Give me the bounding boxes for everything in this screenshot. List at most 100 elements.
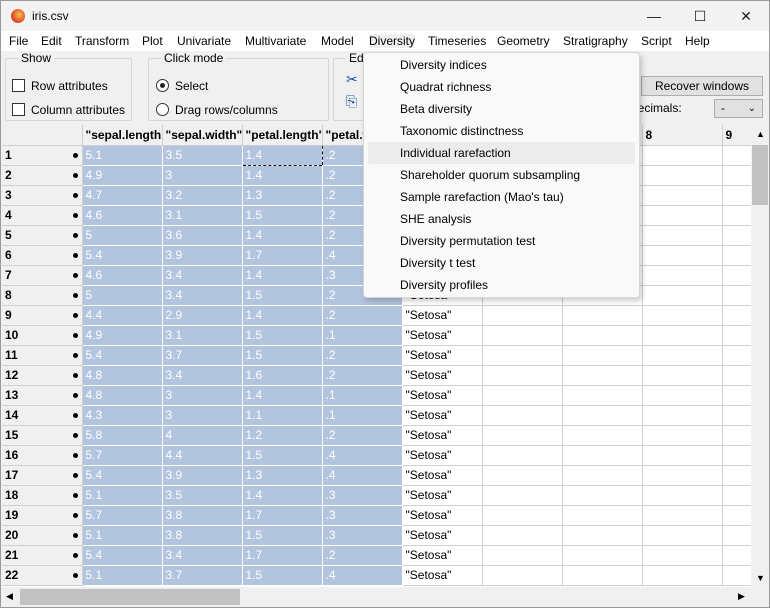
cell[interactable]: 2.9 — [162, 305, 243, 326]
cell[interactable]: 1.1 — [242, 405, 323, 426]
row-header[interactable]: 6 — [2, 245, 83, 266]
cell[interactable]: 5.1 — [82, 565, 163, 586]
cell[interactable] — [482, 485, 563, 506]
cell[interactable] — [642, 205, 723, 226]
cell[interactable]: "Setosa" — [402, 565, 483, 586]
cell[interactable]: 1.7 — [242, 545, 323, 566]
cell[interactable] — [562, 305, 643, 326]
cell[interactable] — [562, 545, 643, 566]
menu-plot[interactable]: Plot — [142, 34, 163, 48]
cell[interactable] — [482, 505, 563, 526]
column-header[interactable]: "petal.length" — [242, 125, 323, 146]
cell[interactable]: "Setosa" — [402, 305, 483, 326]
row-header[interactable]: 2 — [2, 165, 83, 186]
menu-item-quadrat-richness[interactable]: Quadrat richness — [368, 76, 635, 98]
cell[interactable] — [722, 385, 751, 406]
cell[interactable]: 1.5 — [242, 325, 323, 346]
menu-item-diversity-indices[interactable]: Diversity indices — [368, 54, 635, 76]
menu-geometry[interactable]: Geometry — [497, 34, 550, 48]
cell[interactable] — [642, 425, 723, 446]
cell[interactable]: 1.7 — [242, 505, 323, 526]
menu-script[interactable]: Script — [641, 34, 672, 48]
cell[interactable]: "Setosa" — [402, 545, 483, 566]
row-attributes-checkbox[interactable] — [12, 79, 25, 92]
cell[interactable]: 5.4 — [82, 245, 163, 266]
cell[interactable] — [642, 345, 723, 366]
column-header[interactable]: 9 — [722, 125, 751, 146]
cell[interactable] — [642, 385, 723, 406]
cell[interactable] — [722, 345, 751, 366]
cell[interactable] — [562, 485, 643, 506]
cell[interactable] — [482, 465, 563, 486]
cell[interactable]: 1.4 — [242, 305, 323, 326]
column-header[interactable]: 8 — [642, 125, 723, 146]
cell[interactable] — [642, 165, 723, 186]
cell[interactable] — [482, 565, 563, 586]
cell[interactable] — [482, 305, 563, 326]
cell[interactable]: 3.8 — [162, 505, 243, 526]
scroll-right-icon[interactable]: ▶ — [738, 591, 745, 602]
cell[interactable]: 3.9 — [162, 465, 243, 486]
cell[interactable]: .2 — [322, 545, 403, 566]
cell[interactable] — [642, 405, 723, 426]
cell[interactable] — [722, 465, 751, 486]
menu-model[interactable]: Model — [321, 34, 354, 48]
cell[interactable]: .4 — [322, 565, 403, 586]
cell[interactable]: 4.4 — [162, 445, 243, 466]
cell[interactable]: 3.1 — [162, 325, 243, 346]
cell[interactable]: 1.4 — [242, 225, 323, 246]
cell[interactable]: "Setosa" — [402, 385, 483, 406]
cell[interactable]: 1.3 — [242, 185, 323, 206]
cell[interactable]: 5.4 — [82, 545, 163, 566]
row-header[interactable]: 1 — [2, 145, 83, 166]
cell[interactable]: 1.5 — [242, 525, 323, 546]
cell[interactable]: .2 — [322, 425, 403, 446]
cell[interactable]: 1.5 — [242, 345, 323, 366]
cell[interactable]: .1 — [322, 385, 403, 406]
row-header[interactable]: 18 — [2, 485, 83, 506]
cell[interactable]: 1.5 — [242, 285, 323, 306]
cell[interactable]: 3.7 — [162, 565, 243, 586]
cell[interactable]: 3.5 — [162, 485, 243, 506]
cell[interactable] — [642, 265, 723, 286]
cell[interactable]: 5.7 — [82, 445, 163, 466]
cell[interactable]: 4.6 — [82, 265, 163, 286]
cell[interactable]: .3 — [322, 525, 403, 546]
cell[interactable]: "Setosa" — [402, 465, 483, 486]
row-header[interactable]: 8 — [2, 285, 83, 306]
column-header[interactable]: "sepal.width" — [162, 125, 243, 146]
cell[interactable]: 5.8 — [82, 425, 163, 446]
menu-item-shareholder-quorum-subsampling[interactable]: Shareholder quorum subsampling — [368, 164, 635, 186]
cell[interactable] — [722, 305, 751, 326]
cell[interactable] — [482, 525, 563, 546]
menu-stratigraphy[interactable]: Stratigraphy — [563, 34, 628, 48]
corner-cell[interactable] — [2, 125, 83, 146]
cell[interactable] — [482, 325, 563, 346]
cell[interactable] — [722, 545, 751, 566]
cell[interactable] — [722, 245, 751, 266]
cell[interactable]: "Setosa" — [402, 325, 483, 346]
cell[interactable] — [562, 465, 643, 486]
cell[interactable] — [642, 145, 723, 166]
cell[interactable]: 3.5 — [162, 145, 243, 166]
cell[interactable] — [642, 185, 723, 206]
cell[interactable] — [562, 505, 643, 526]
cell[interactable] — [482, 385, 563, 406]
row-header[interactable]: 5 — [2, 225, 83, 246]
row-header[interactable]: 10 — [2, 325, 83, 346]
cell[interactable]: "Setosa" — [402, 485, 483, 506]
cell[interactable] — [722, 205, 751, 226]
cell[interactable] — [722, 405, 751, 426]
cell[interactable]: .2 — [322, 365, 403, 386]
cell[interactable]: 3.1 — [162, 205, 243, 226]
cell[interactable] — [722, 425, 751, 446]
cell[interactable]: 5 — [82, 285, 163, 306]
horizontal-scrollbar[interactable]: ◀ ▶ — [2, 587, 751, 607]
cell[interactable]: "Setosa" — [402, 445, 483, 466]
cell[interactable]: .4 — [322, 465, 403, 486]
row-header[interactable]: 16 — [2, 445, 83, 466]
cell[interactable]: 5.1 — [82, 145, 163, 166]
row-header[interactable]: 4 — [2, 205, 83, 226]
cell[interactable] — [722, 185, 751, 206]
cell[interactable] — [722, 525, 751, 546]
